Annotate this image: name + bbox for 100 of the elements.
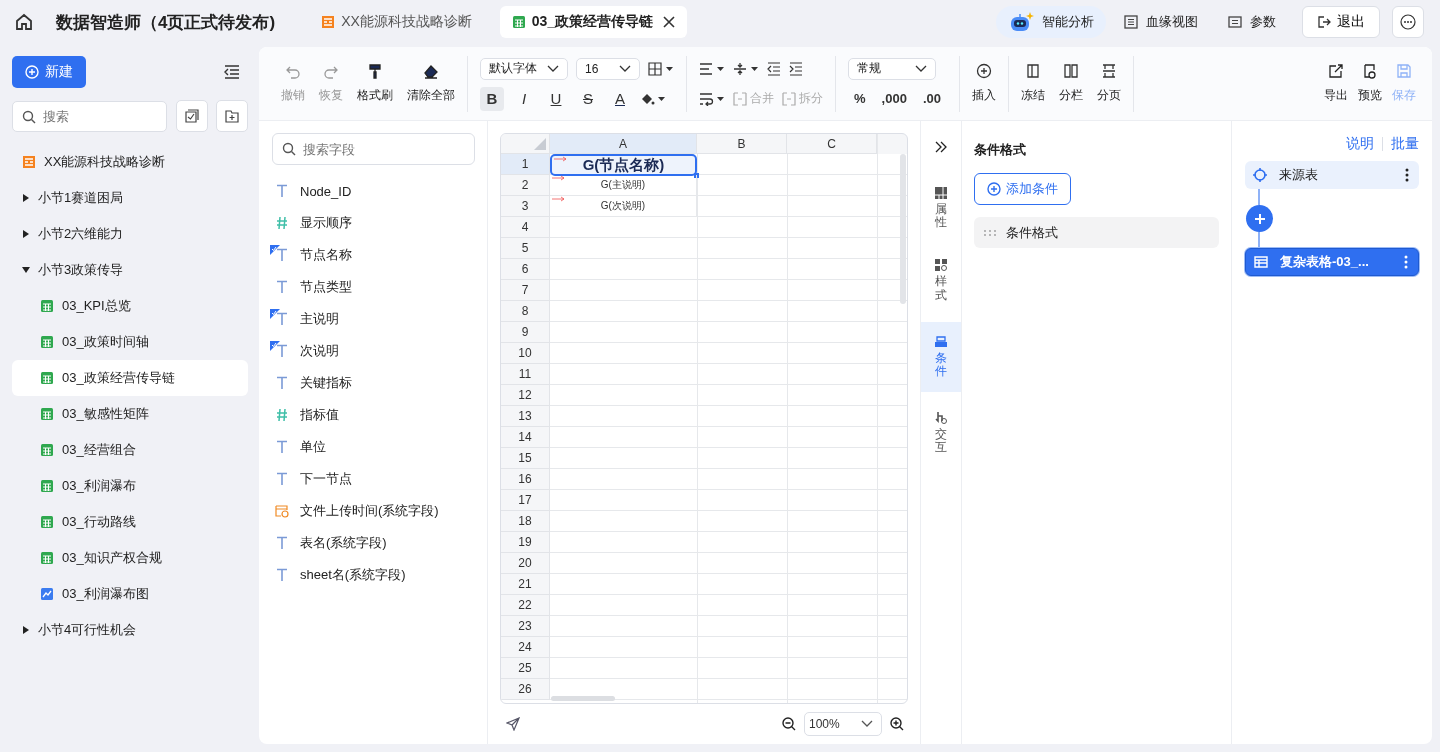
drag-handle-icon[interactable] [984,229,996,236]
tree-item[interactable]: 小节1赛道困局 [12,180,248,216]
field-item[interactable]: 下一节点 [272,463,475,495]
row-header[interactable]: 6 [501,259,550,280]
send-icon[interactable] [506,717,520,731]
toolbar-button[interactable]: 冻结 [1020,63,1045,104]
search-field[interactable]: 搜索 [12,100,167,132]
tree-item[interactable]: 03_利润瀑布图 [12,576,248,612]
row-header[interactable]: 21 [501,574,550,595]
new-button[interactable]: 新建 [12,56,86,88]
row-header[interactable]: 18 [501,511,550,532]
header-action[interactable]: 参数 [1216,6,1288,38]
tree-item[interactable]: 03_KPI总览 [12,288,248,324]
side-tab[interactable]: 样式 [921,249,961,312]
document-tab[interactable]: 03_政策经营传导链 [499,6,688,38]
side-tab[interactable]: 条件 [921,321,961,393]
row-header[interactable]: 2 [501,175,550,196]
tree-item[interactable]: 03_知识产权合规 [12,540,248,576]
vertical-scrollbar[interactable] [900,154,906,304]
row-header[interactable]: 8 [501,301,550,322]
field-item[interactable]: 文件上传时间(系统字段) [272,495,475,527]
number-format-button[interactable]: .00 [916,91,947,106]
tree-item[interactable]: 小节2六维能力 [12,216,248,252]
text-format-button[interactable]: S [576,86,600,111]
outdent-icon[interactable] [767,61,781,76]
row-header[interactable]: 7 [501,280,550,301]
row-header[interactable]: 16 [501,469,550,490]
toolbar-button[interactable]: 分栏 [1058,63,1083,104]
zoom-select[interactable]: 100% [804,712,882,736]
side-tab[interactable]: 属性 [921,177,961,240]
horizontal-scrollbar[interactable] [551,696,615,701]
text-format-button[interactable]: I [512,86,536,111]
toolbar-button[interactable]: 导出 [1324,63,1348,104]
insert-button[interactable]: 插入 [971,63,996,104]
row-header[interactable]: 25 [501,658,550,679]
toolbar-button[interactable]: 格式刷 [357,63,393,104]
flow-node[interactable]: 复杂表格-03_... [1245,248,1419,276]
field-item[interactable]: 显示顺序 [272,207,475,239]
row-header[interactable]: 26 [501,679,550,700]
tree-item[interactable]: 小节3政策传导 [12,252,248,288]
condition-item[interactable]: 条件格式 [974,217,1219,248]
number-format-button[interactable]: % [848,91,872,106]
panel-link[interactable]: 说明 [1346,135,1374,153]
font-select[interactable]: 默认字体 [480,57,568,80]
field-item[interactable]: 节点名称 [272,239,475,271]
field-item[interactable]: 主说明 [272,303,475,335]
row-header[interactable]: 17 [501,490,550,511]
vertical-align-icon[interactable] [733,61,759,76]
home-icon[interactable] [14,12,34,32]
new-folder-button[interactable] [216,100,248,132]
tree-item[interactable]: XX能源科技战略诊断 [12,144,248,180]
field-item[interactable]: 指标值 [272,399,475,431]
panel-link[interactable]: 批量 [1391,135,1419,153]
row-header[interactable]: 15 [501,448,550,469]
number-format-select[interactable]: 常规 [848,57,936,80]
row-header[interactable]: 12 [501,385,550,406]
add-node-button[interactable] [1246,205,1273,232]
field-item[interactable]: 次说明 [272,335,475,367]
row-header[interactable]: 3 [501,196,550,217]
row-header[interactable]: 5 [501,238,550,259]
document-tab[interactable]: XX能源科技战略诊断 [309,6,484,38]
side-tab[interactable]: 交互 [921,402,961,465]
border-icon[interactable] [648,61,674,76]
row-header[interactable]: 22 [501,595,550,616]
align-icon[interactable] [699,61,725,76]
tree-item[interactable]: 03_经营组合 [12,432,248,468]
field-search[interactable]: 搜索字段 [272,133,475,165]
row-header[interactable]: 9 [501,322,550,343]
toolbar-button[interactable]: 预览 [1358,63,1382,104]
batch-select-button[interactable] [175,100,208,132]
more-vertical-icon[interactable] [1405,168,1409,182]
field-item[interactable]: 表名(系统字段) [272,527,475,559]
row-header[interactable]: 11 [501,364,550,385]
row-header[interactable]: 24 [501,637,550,658]
field-item[interactable]: 节点类型 [272,271,475,303]
row-header[interactable]: 23 [501,616,550,637]
zoom-out-icon[interactable] [782,717,796,731]
close-icon[interactable] [663,16,676,28]
expand-icon[interactable] [935,141,947,153]
toolbar-button[interactable]: 分页 [1096,63,1121,104]
field-item[interactable]: 单位 [272,431,475,463]
more-button[interactable] [1392,6,1424,38]
row-header[interactable]: 19 [501,532,550,553]
column-header[interactable]: B [697,134,787,154]
row-header[interactable]: 13 [501,406,550,427]
field-item[interactable]: sheet名(系统字段) [272,559,475,591]
tree-item[interactable]: 03_政策经营传导链 [12,360,248,396]
indent-icon[interactable] [789,61,803,76]
header-action[interactable]: 血缘视图 [1112,6,1210,38]
row-header[interactable]: 1 [501,154,550,175]
column-header[interactable]: C [787,134,877,154]
fill-bucket-icon[interactable] [640,91,666,106]
text-format-button[interactable]: B [480,86,504,111]
row-header[interactable]: 14 [501,427,550,448]
collapse-sidebar-icon[interactable] [224,65,240,79]
row-header[interactable]: 10 [501,343,550,364]
row-header[interactable]: 4 [501,217,550,238]
row-header[interactable]: 20 [501,553,550,574]
tree-item[interactable]: 小节4可行性机会 [12,612,248,648]
text-format-button[interactable]: A [608,86,632,111]
